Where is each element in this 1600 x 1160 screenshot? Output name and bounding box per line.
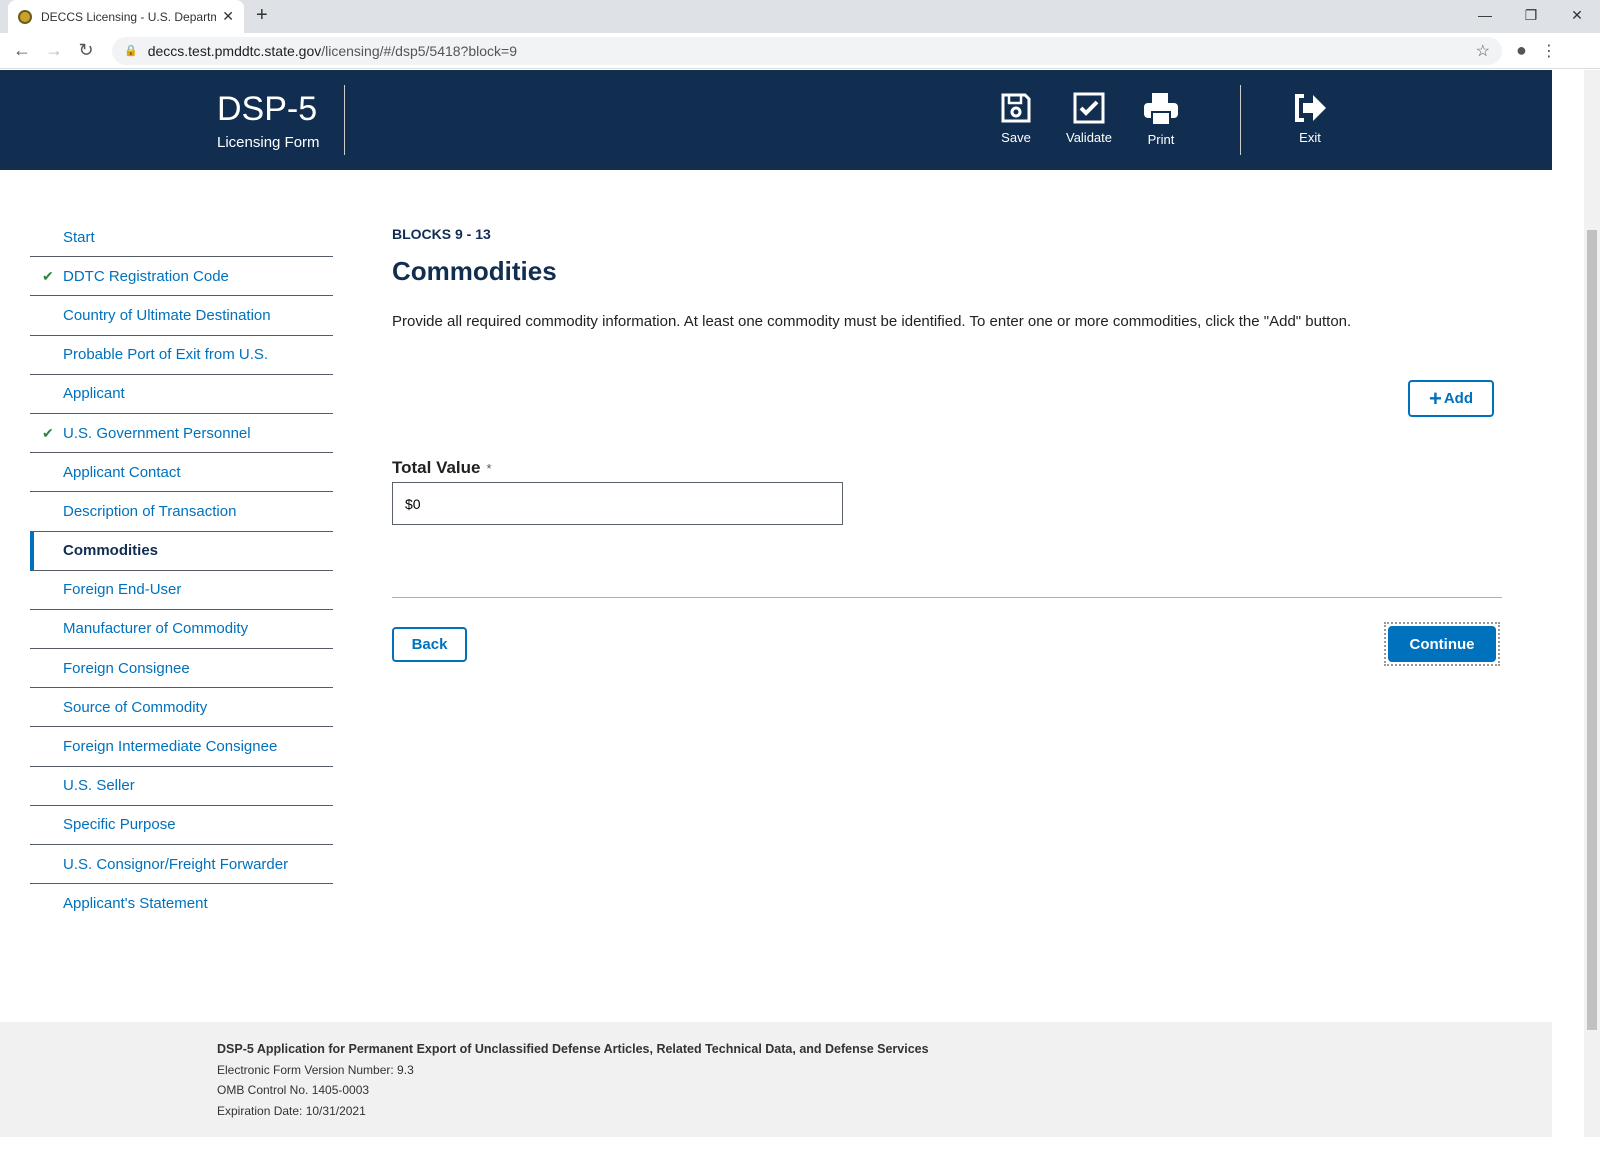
scrollbar-thumb[interactable] <box>1587 230 1597 1030</box>
sidebar-item[interactable]: Start <box>30 218 333 258</box>
divider <box>1240 85 1241 155</box>
required-mark: * <box>486 461 492 476</box>
browser-tab[interactable]: DECCS Licensing - U.S. Departme ✕ <box>8 0 244 33</box>
sidebar-item-label: Applicant's Statement <box>63 895 208 913</box>
url-input[interactable]: 🔒 deccs.test.pmddtc.state.gov/licensing/… <box>112 36 1502 65</box>
brand: DSP-5 Licensing Form <box>217 90 320 151</box>
sidebar-item[interactable]: Foreign Consignee <box>30 649 333 689</box>
sidebar-item-label: Country of Ultimate Destination <box>63 306 271 324</box>
sidebar-item[interactable]: Country of Ultimate Destination <box>30 296 333 336</box>
total-value-input[interactable] <box>392 482 843 525</box>
exit-button[interactable]: Exit <box>1275 92 1345 145</box>
forward-arrow-icon[interactable]: → <box>38 40 70 61</box>
sidebar-item-label: Specific Purpose <box>63 816 176 834</box>
app-subtitle: Licensing Form <box>217 134 320 151</box>
new-tab-icon[interactable]: + <box>256 4 268 27</box>
address-bar-row: ← → ↻ 🔒 deccs.test.pmddtc.state.gov/lice… <box>0 33 1600 69</box>
sidebar-item[interactable]: Applicant <box>30 375 333 414</box>
url-host: deccs.test.pmddtc.state.gov <box>147 42 322 59</box>
close-tab-icon[interactable]: ✕ <box>222 8 234 25</box>
save-button[interactable]: Save <box>981 92 1051 145</box>
sidebar-item-label: Source of Commodity <box>63 698 208 716</box>
sidebar-item[interactable]: Commodities <box>30 531 333 571</box>
instructions: Provide all required commodity informati… <box>392 313 1352 330</box>
form-version: Electronic Form Version Number: 9.3 <box>217 1062 414 1077</box>
page-title: Commodities <box>392 256 557 286</box>
sidebar-item-label: Applicant Contact <box>63 463 181 481</box>
close-window-icon[interactable]: ✕ <box>1554 0 1600 30</box>
sidebar-item-label: DDTC Registration Code <box>63 267 229 285</box>
print-button[interactable]: Print <box>1126 92 1196 147</box>
sidebar-item[interactable]: Source of Commodity <box>30 688 333 728</box>
sidebar-item[interactable]: Specific Purpose <box>30 806 333 845</box>
sidebar-item-label: Manufacturer of Commodity <box>63 620 249 638</box>
sidebar-item[interactable]: Applicant's Statement <box>30 884 333 923</box>
sidebar-item[interactable]: U.S. Seller <box>30 767 333 806</box>
sidebar-item[interactable]: U.S. Consignor/Freight Forwarder <box>30 845 333 885</box>
sidebar-item[interactable]: Description of Transaction <box>30 492 333 532</box>
account-icon[interactable]: ● <box>1516 40 1527 61</box>
back-button[interactable]: Back <box>392 627 467 662</box>
add-commodity-button[interactable]: + Add <box>1408 380 1494 417</box>
sidebar-item[interactable]: Foreign End-User <box>30 571 333 610</box>
validate-button[interactable]: Validate <box>1054 92 1124 145</box>
sidebar-item-label: U.S. Seller <box>63 777 135 795</box>
browser-tab-bar: DECCS Licensing - U.S. Departme ✕ + — ❐ … <box>0 0 1600 33</box>
sidebar-item-label: Probable Port of Exit from U.S. <box>63 346 269 364</box>
sign-out-icon <box>1295 94 1326 122</box>
tab-title: DECCS Licensing - U.S. Departme <box>41 9 217 24</box>
sidebar-item-label: Foreign Intermediate Consignee <box>63 738 278 756</box>
footer: DSP-5 Application for Permanent Export o… <box>0 1022 1552 1137</box>
plus-icon: + <box>1428 385 1442 411</box>
continue-focus-ring: Continue <box>1384 622 1500 666</box>
sidebar-nav: Start ✔ DDTC Registration Code Country of U… <box>30 218 333 923</box>
sidebar-item[interactable]: ✔ DDTC Registration Code <box>30 257 333 297</box>
sidebar-item-label: U.S. Government Personnel <box>63 424 251 442</box>
minimize-icon[interactable]: — <box>1462 0 1508 30</box>
sidebar-item-label: Foreign Consignee <box>63 659 190 677</box>
expiration-date: Expiration Date: 10/31/2021 <box>217 1103 366 1118</box>
sidebar-item[interactable]: Probable Port of Exit from U.S. <box>30 336 333 375</box>
add-label: Add <box>1443 390 1474 407</box>
reload-icon[interactable]: ↻ <box>70 40 102 61</box>
divider <box>392 597 1502 598</box>
seal-favicon-icon <box>18 9 32 24</box>
save-label: Save <box>1001 130 1031 145</box>
total-value-label: Total Value * <box>392 458 492 477</box>
app-title: DSP-5 <box>217 90 318 128</box>
printer-icon <box>1144 93 1178 126</box>
print-label: Print <box>1147 132 1175 147</box>
save-icon <box>1001 93 1031 123</box>
sidebar-item-label: Description of Transaction <box>63 502 237 520</box>
back-arrow-icon[interactable]: ← <box>6 40 38 61</box>
continue-button[interactable]: Continue <box>1388 626 1496 662</box>
restore-icon[interactable]: ❐ <box>1508 0 1554 30</box>
lock-icon: 🔒 <box>124 45 138 57</box>
sidebar-item[interactable]: Manufacturer of Commodity <box>30 610 333 650</box>
sidebar-item-label: U.S. Consignor/Freight Forwarder <box>63 855 289 873</box>
url-path: /licensing/#/dsp5/5418?block=9 <box>321 42 517 59</box>
sidebar-item-label: Applicant <box>63 385 125 403</box>
sidebar-item-label: Commodities <box>63 542 159 560</box>
checkmark-icon: ✔ <box>42 267 54 284</box>
sidebar-item[interactable]: ✔ U.S. Government Personnel <box>30 414 333 454</box>
checkmark-icon: ✔ <box>42 424 54 441</box>
sidebar-item-label: Foreign End-User <box>63 581 182 599</box>
main-content: BLOCKS 9 - 13 Commodities Provide all re… <box>392 226 1502 666</box>
bookmark-star-icon[interactable]: ☆ <box>1476 41 1490 61</box>
validate-label: Validate <box>1065 130 1112 145</box>
browser-menu-icon[interactable]: ⋮ <box>1541 41 1557 61</box>
sidebar-item[interactable]: Applicant Contact <box>30 453 333 493</box>
exit-label: Exit <box>1299 130 1321 145</box>
sidebar-item-label: Start <box>63 228 95 246</box>
divider <box>344 85 345 155</box>
checkbox-icon <box>1073 92 1105 124</box>
blocks-label: BLOCKS 9 - 13 <box>392 226 491 242</box>
scrollbar[interactable] <box>1584 70 1600 1137</box>
app-header: DSP-5 Licensing Form Save Validate Print… <box>0 70 1552 170</box>
footer-title: DSP-5 Application for Permanent Export o… <box>217 1042 929 1056</box>
sidebar-item[interactable]: Foreign Intermediate Consignee <box>30 727 333 767</box>
omb-control: OMB Control No. 1405-0003 <box>217 1083 370 1097</box>
